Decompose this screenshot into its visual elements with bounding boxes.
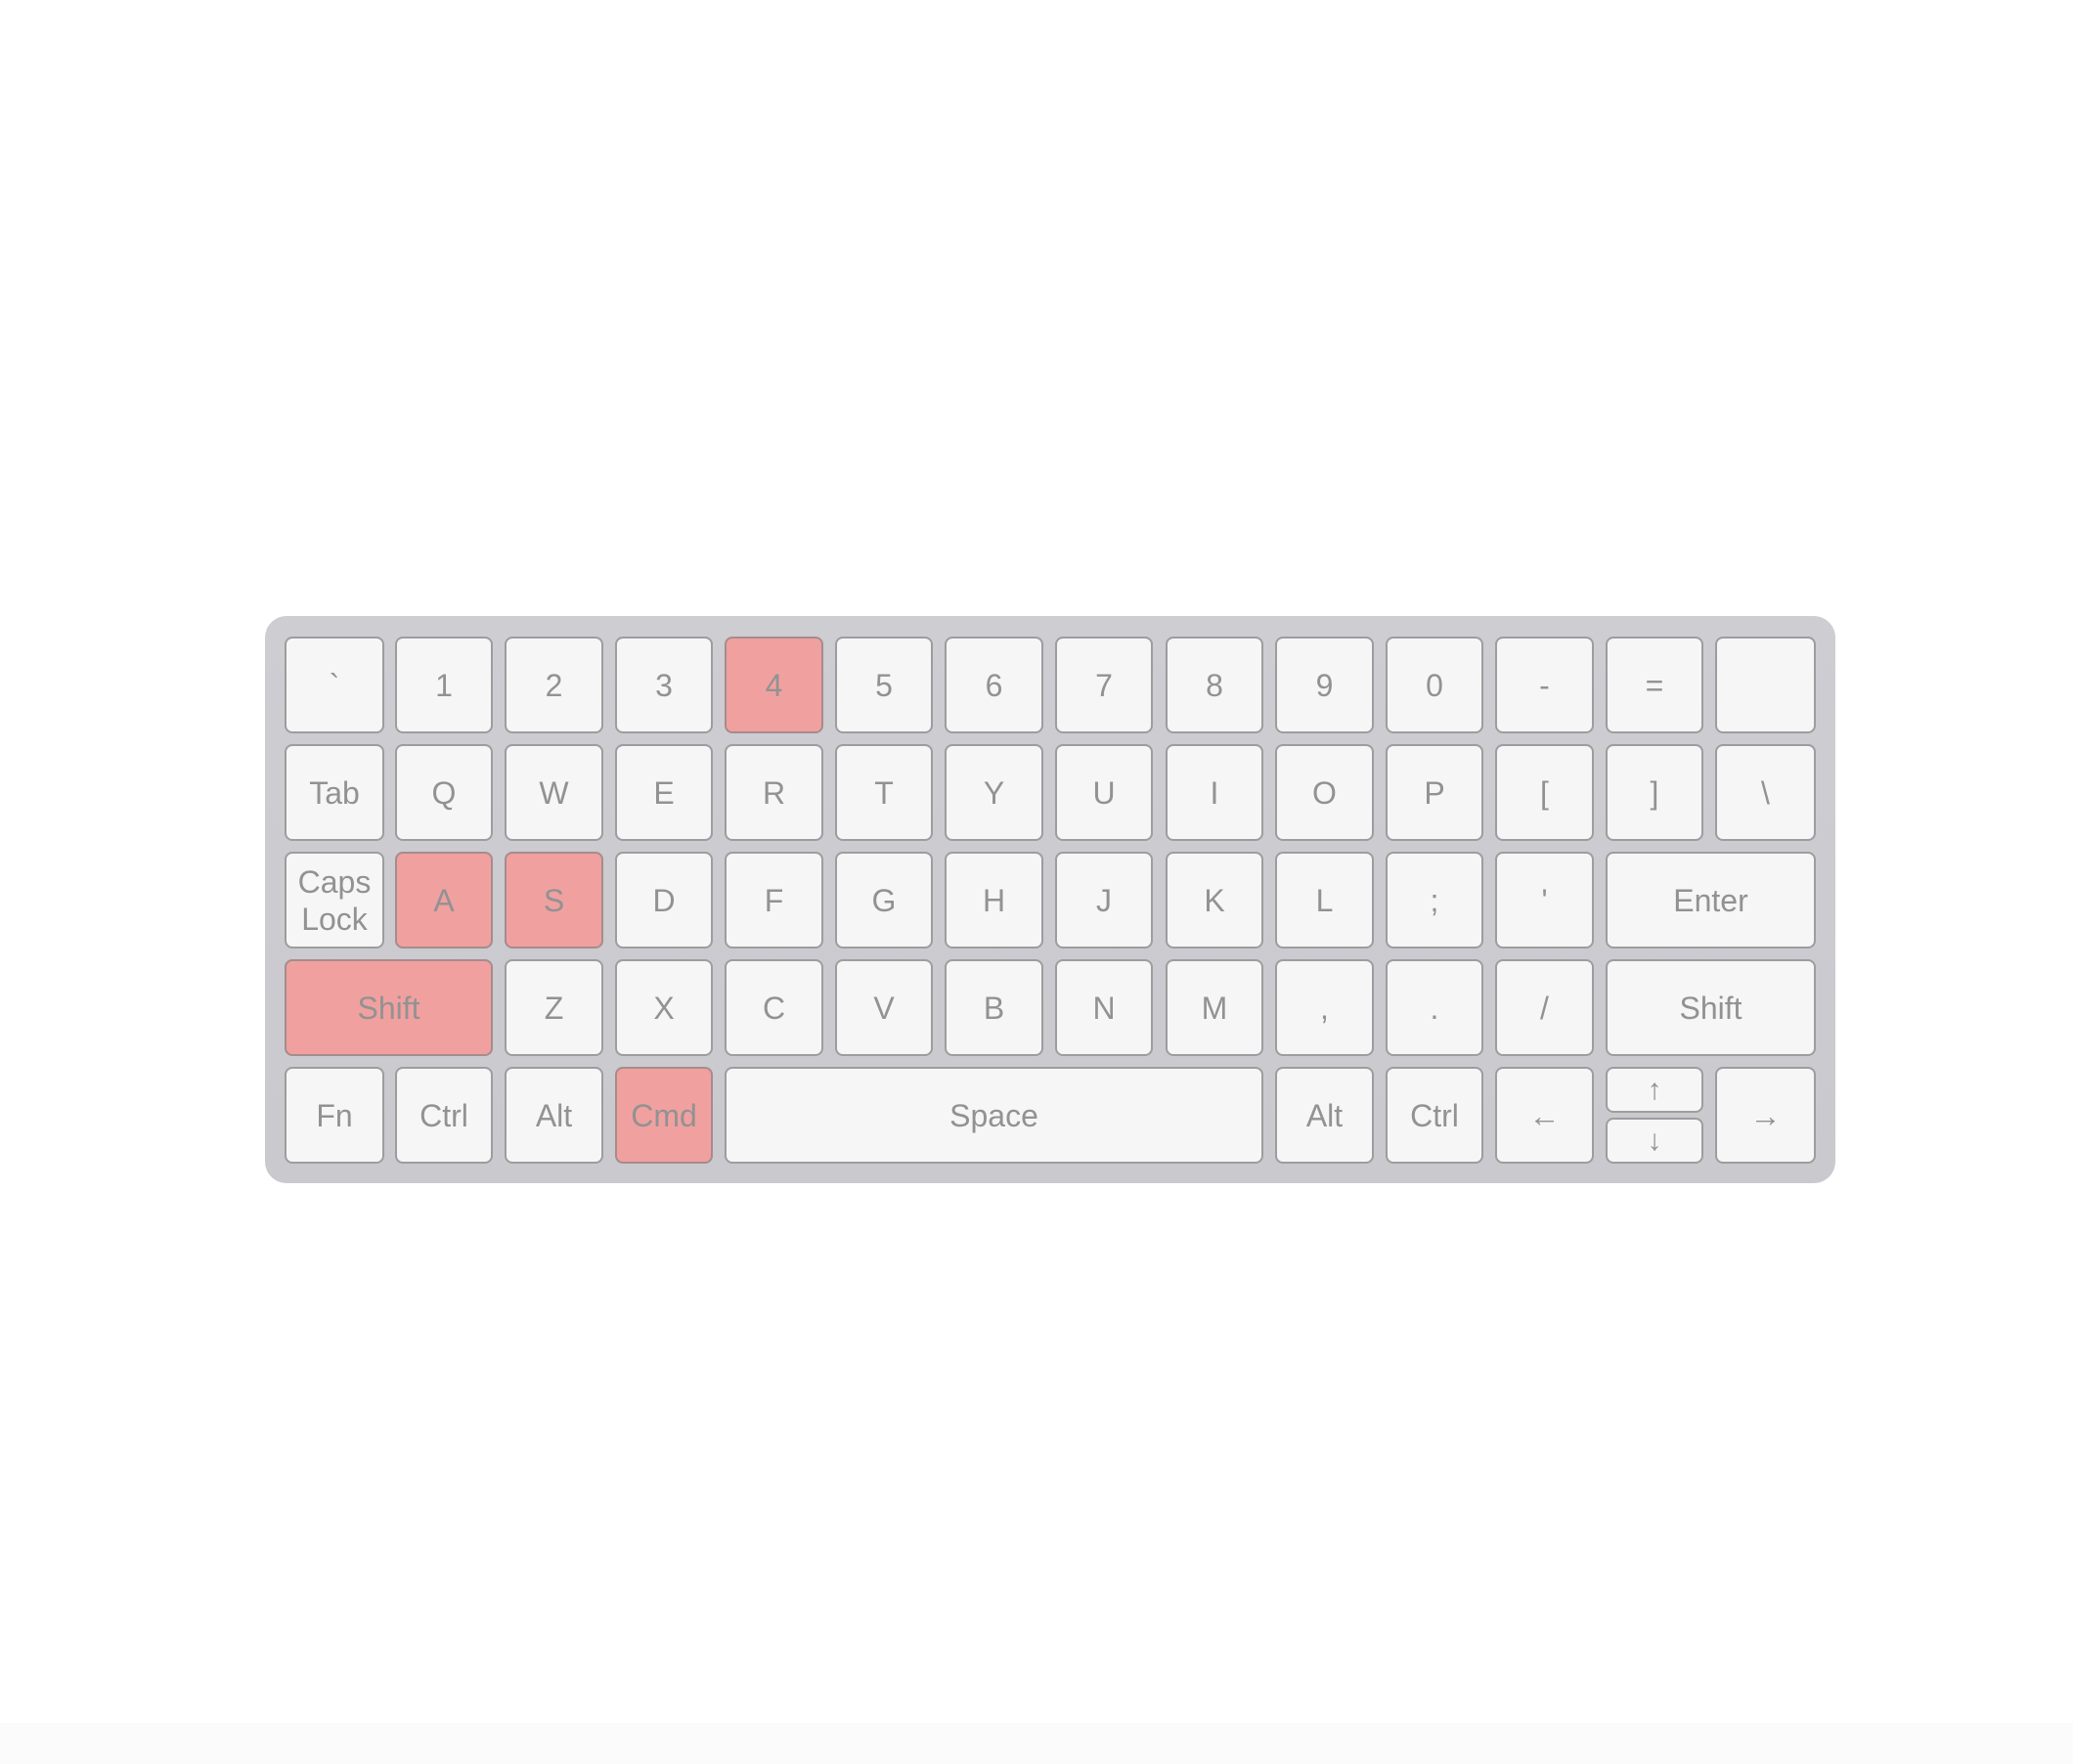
key-left-ctrl[interactable]: Ctrl [395,1067,493,1164]
key-9[interactable]: 9 [1275,637,1374,733]
key-caps-lock-line1: Caps [297,863,372,900]
key-quote[interactable]: ' [1495,852,1594,948]
key-r[interactable]: R [725,744,823,841]
key-semicolon[interactable]: ; [1386,852,1483,948]
key-7[interactable]: 7 [1055,637,1153,733]
key-cmd[interactable]: Cmd [615,1067,713,1164]
key-l[interactable]: L [1275,852,1374,948]
key-left-alt[interactable]: Alt [505,1067,603,1164]
key-d[interactable]: D [615,852,713,948]
key-z[interactable]: Z [505,959,603,1056]
key-0[interactable]: 0 [1386,637,1483,733]
key-e[interactable]: E [615,744,713,841]
key-m[interactable]: M [1166,959,1263,1056]
key-a[interactable]: A [395,852,493,948]
key-y[interactable]: Y [945,744,1043,841]
key-u[interactable]: U [1055,744,1153,841]
keyboard: ` 1 2 3 4 5 6 7 8 9 0 - = Tab Q W E R T … [265,616,1835,1183]
key-arrow-up[interactable]: ↑ [1606,1067,1703,1113]
key-minus[interactable]: - [1495,637,1594,733]
key-equals[interactable]: = [1606,637,1703,733]
key-backtick[interactable]: ` [285,637,384,733]
key-n[interactable]: N [1055,959,1153,1056]
key-caps-lock[interactable]: Caps Lock [285,852,384,948]
key-s[interactable]: S [505,852,603,948]
key-arrow-down[interactable]: ↓ [1606,1118,1703,1164]
key-caps-lock-line2: Lock [301,901,368,937]
key-3[interactable]: 3 [615,637,713,733]
key-v[interactable]: V [835,959,933,1056]
key-x[interactable]: X [615,959,713,1056]
key-enter[interactable]: Enter [1606,852,1816,948]
key-right-bracket[interactable]: ] [1606,744,1703,841]
key-p[interactable]: P [1386,744,1483,841]
key-arrow-left[interactable]: ← [1495,1067,1594,1164]
key-fn[interactable]: Fn [285,1067,384,1164]
arrow-up-icon: ↑ [1647,1073,1662,1106]
key-j[interactable]: J [1055,852,1153,948]
key-left-shift[interactable]: Shift [285,959,493,1056]
arrow-left-icon: ← [1528,1097,1561,1133]
key-space[interactable]: Space [725,1067,1263,1164]
key-tab[interactable]: Tab [285,744,384,841]
key-arrow-right[interactable]: → [1715,1067,1816,1164]
arrow-down-icon: ↓ [1647,1124,1662,1157]
key-o[interactable]: O [1275,744,1374,841]
key-f[interactable]: F [725,852,823,948]
key-8[interactable]: 8 [1166,637,1263,733]
arrow-right-icon: → [1749,1097,1782,1133]
key-w[interactable]: W [505,744,603,841]
key-q[interactable]: Q [395,744,493,841]
key-4[interactable]: 4 [725,637,823,733]
key-2[interactable]: 2 [505,637,603,733]
key-i[interactable]: I [1166,744,1263,841]
key-k[interactable]: K [1166,852,1263,948]
key-period[interactable]: . [1386,959,1483,1056]
key-right-shift[interactable]: Shift [1606,959,1816,1056]
key-t[interactable]: T [835,744,933,841]
key-c[interactable]: C [725,959,823,1056]
key-slash[interactable]: / [1495,959,1594,1056]
key-g[interactable]: G [835,852,933,948]
key-comma[interactable]: , [1275,959,1374,1056]
key-left-bracket[interactable]: [ [1495,744,1594,841]
key-right-alt[interactable]: Alt [1275,1067,1374,1164]
key-h[interactable]: H [945,852,1043,948]
key-6[interactable]: 6 [945,637,1043,733]
key-blank[interactable] [1715,637,1816,733]
key-1[interactable]: 1 [395,637,493,733]
key-b[interactable]: B [945,959,1043,1056]
key-5[interactable]: 5 [835,637,933,733]
key-right-ctrl[interactable]: Ctrl [1386,1067,1483,1164]
arrow-up-down-stack: ↑ ↓ [1606,1067,1703,1164]
key-backslash[interactable]: \ [1715,744,1816,841]
bottom-strip [0,1723,2073,1764]
page: ` 1 2 3 4 5 6 7 8 9 0 - = Tab Q W E R T … [0,0,2073,1764]
